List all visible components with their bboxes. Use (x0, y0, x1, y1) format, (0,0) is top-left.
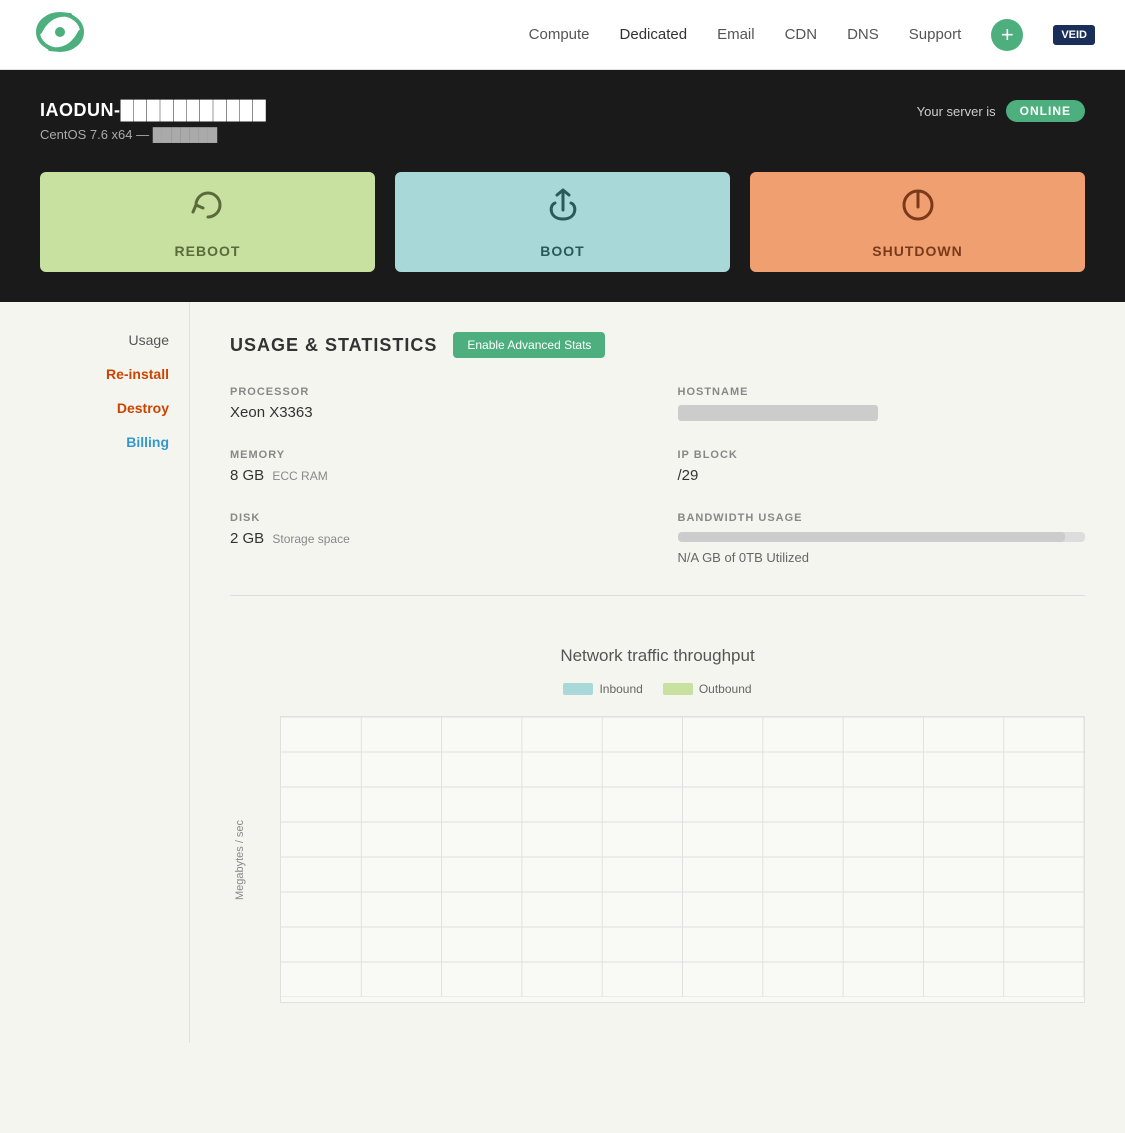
chart-section: Network traffic throughput Inbound Outbo… (190, 646, 1125, 1043)
ip-block-label: IP BLOCK (678, 449, 1086, 461)
stat-disk: DISK 2 GB Storage space (230, 512, 638, 565)
sidebar: Usage Re-install Destroy Billing (0, 302, 190, 1043)
stats-title: USAGE & STATISTICS (230, 335, 437, 356)
processor-label: PROCESSOR (230, 386, 638, 398)
logo (30, 7, 130, 62)
stats-header: USAGE & STATISTICS Enable Advanced Stats (230, 332, 1085, 358)
action-buttons: REBOOT BOOT SHUTDOWN (40, 172, 1085, 272)
reboot-icon (188, 185, 228, 231)
stat-ip-block: IP BLOCK /29 (678, 449, 1086, 484)
server-subtitle: CentOS 7.6 x64 — ███████ (40, 127, 1085, 142)
bandwidth-label: BANDWIDTH USAGE (678, 512, 1086, 524)
chart-container: 1.0 0.9 0.8 0.7 0.6 0.5 0.4 0.3 (280, 716, 1085, 1003)
nav-cdn[interactable]: CDN (785, 26, 818, 43)
bandwidth-fill (678, 532, 1065, 542)
header: Compute Dedicated Email CDN DNS Support … (0, 0, 1125, 70)
processor-value: Xeon X3363 (230, 404, 638, 421)
nav-compute[interactable]: Compute (529, 26, 590, 43)
legend-outbound-label: Outbound (699, 682, 752, 696)
hostname-redacted (678, 405, 878, 421)
shutdown-icon (898, 185, 938, 231)
nav-email[interactable]: Email (717, 26, 755, 43)
boot-label: BOOT (540, 243, 584, 259)
hostname-label: HOSTNAME (678, 386, 1086, 398)
sidebar-item-destroy[interactable]: Destroy (20, 400, 169, 416)
sidebar-item-billing[interactable]: Billing (20, 434, 169, 450)
nav-dedicated[interactable]: Dedicated (620, 26, 688, 43)
boot-button[interactable]: BOOT (395, 172, 730, 272)
status-badge: ONLINE (1006, 100, 1085, 122)
sidebar-item-reinstall[interactable]: Re-install (20, 366, 169, 382)
legend-outbound: Outbound (663, 682, 752, 696)
memory-label: MEMORY (230, 449, 638, 461)
nav-dns[interactable]: DNS (847, 26, 879, 43)
boot-icon (543, 185, 583, 231)
stat-bandwidth: BANDWIDTH USAGE N/A GB of 0TB Utilized (678, 512, 1086, 565)
status-label: Your server is (917, 104, 996, 119)
divider (230, 595, 1085, 596)
server-status: Your server is ONLINE (917, 100, 1085, 122)
stat-processor: PROCESSOR Xeon X3363 (230, 386, 638, 421)
stats-grid: PROCESSOR Xeon X3363 HOSTNAME MEMORY 8 G… (230, 386, 1085, 565)
ip-block-value: /29 (678, 467, 1086, 484)
chart-wrapper: Megabytes / sec (230, 716, 1085, 1003)
reboot-button[interactable]: REBOOT (40, 172, 375, 272)
hostname-value (678, 404, 1086, 421)
chart-legend: Inbound Outbound (230, 682, 1085, 696)
enable-advanced-stats-button[interactable]: Enable Advanced Stats (453, 332, 605, 358)
main-content: Usage Re-install Destroy Billing USAGE &… (0, 302, 1125, 1043)
y-axis-label: Megabytes / sec (234, 819, 246, 899)
bandwidth-text: N/A GB of 0TB Utilized (678, 550, 1086, 565)
sidebar-item-usage[interactable]: Usage (20, 332, 169, 348)
disk-label: DISK (230, 512, 638, 524)
bandwidth-bar (678, 532, 1086, 542)
memory-value: 8 GB ECC RAM (230, 467, 638, 484)
stat-hostname: HOSTNAME (678, 386, 1086, 421)
stats-panel: USAGE & STATISTICS Enable Advanced Stats… (190, 302, 1125, 646)
chart-title: Network traffic throughput (230, 646, 1085, 666)
reboot-label: REBOOT (175, 243, 241, 259)
legend-inbound-label: Inbound (599, 682, 642, 696)
disk-unit: Storage space (272, 532, 349, 546)
nav-badge: VEID (1053, 25, 1095, 45)
nav-support[interactable]: Support (909, 26, 962, 43)
memory-unit: ECC RAM (272, 469, 327, 483)
nav: Compute Dedicated Email CDN DNS Support … (529, 19, 1095, 51)
legend-inbound: Inbound (563, 682, 642, 696)
server-hero: IAODUN-███████████ CentOS 7.6 x64 — ████… (0, 70, 1125, 302)
disk-value: 2 GB Storage space (230, 530, 638, 547)
legend-inbound-color (563, 683, 593, 695)
shutdown-button[interactable]: SHUTDOWN (750, 172, 1085, 272)
stat-memory: MEMORY 8 GB ECC RAM (230, 449, 638, 484)
nav-plus-button[interactable]: + (991, 19, 1023, 51)
legend-outbound-color (663, 683, 693, 695)
shutdown-label: SHUTDOWN (872, 243, 962, 259)
